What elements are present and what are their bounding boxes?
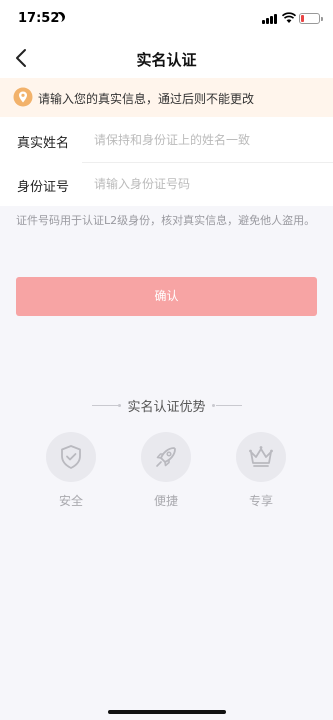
advantage-label: 便捷 [153,494,178,508]
advantage-label: 安全 [58,494,83,508]
confirm-button[interactable]: 确认 [16,277,317,316]
advantage-convenient: 便捷 [136,432,196,512]
status-time: 17:52 [18,11,60,26]
advantages-header: 实名认证优势 [0,396,333,415]
id-number-row: 身份证号 [0,162,333,206]
page-title: 实名认证 [136,51,197,69]
identity-form: 真实姓名 身份证号 [0,117,333,206]
name-row: 真实姓名 [0,118,333,163]
advantage-icon-circle [141,432,191,482]
id-number-label: 身份证号 [17,180,70,195]
name-label: 真实姓名 [17,136,70,151]
divider-dot [212,404,215,407]
advantage-exclusive: 专享 [231,432,291,512]
advantage-icon-circle [236,432,286,482]
divider [216,405,242,406]
advantage-icon-circle [46,432,96,482]
advantage-safe: 安全 [41,432,101,512]
battery-icon [299,13,323,24]
id-number-input[interactable] [94,172,319,196]
name-input[interactable] [94,128,319,152]
crown-icon [249,446,273,467]
rocket-icon [156,447,176,467]
id-usage-hint: 证件号码用于认证L2级身份，核对真实信息，避免他人盗用。 [16,214,316,227]
home-indicator [108,710,226,714]
advantages-title: 实名认证优势 [127,400,206,415]
status-bar: 17:52 [0,0,333,38]
wifi-icon [282,12,296,23]
battery-level [301,15,304,22]
signal-icon [262,14,278,24]
advantage-label: 专享 [248,494,273,508]
location-pin-icon [13,87,33,107]
notice-banner: 请输入您的真实信息，通过后则不能更改 [0,78,333,117]
notice-text: 请输入您的真实信息，通过后则不能更改 [38,92,255,106]
nav-bar: 实名认证 [0,38,333,78]
shield-check-icon [61,445,81,469]
